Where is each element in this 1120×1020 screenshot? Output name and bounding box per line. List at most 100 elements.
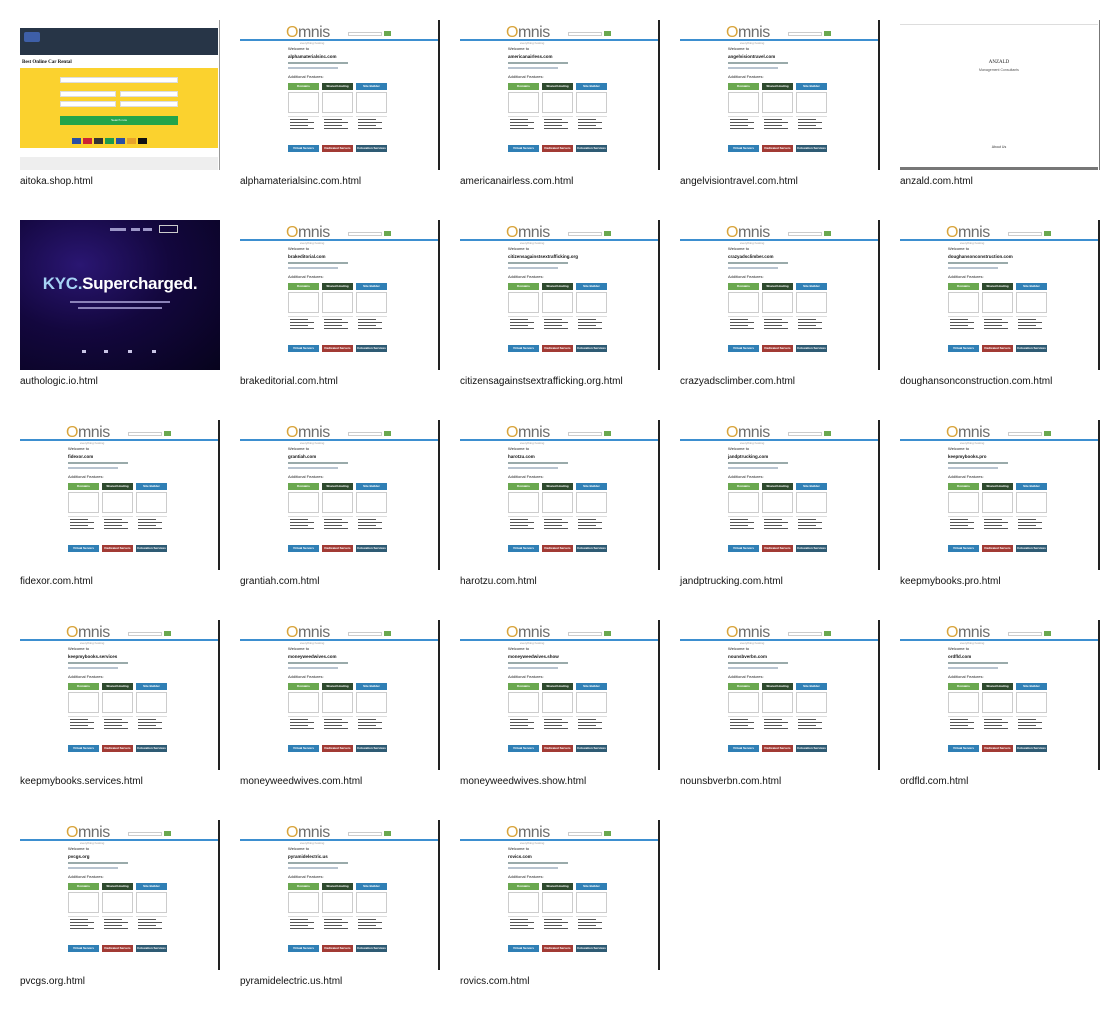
search-input[interactable] bbox=[788, 32, 822, 36]
thumbnail-filename[interactable]: doughansonconstruction.com.html bbox=[900, 376, 1052, 387]
feature-button-shared-hosting[interactable]: Shared Hosting bbox=[542, 883, 573, 890]
site-thumbnail[interactable]: Omnis everything hosting Welcome to doughan… bbox=[900, 220, 1100, 387]
search-button[interactable] bbox=[1044, 631, 1051, 636]
thumbnail-image[interactable]: Omnis everything hosting Welcome to crazyad… bbox=[680, 220, 880, 370]
feature-button-dedicated-servers[interactable]: Dedicated Servers bbox=[542, 745, 573, 752]
thumbnail-image[interactable]: Omnis everything hosting Welcome to moneywe… bbox=[460, 620, 660, 770]
search-button[interactable] bbox=[164, 431, 171, 436]
search-button[interactable] bbox=[384, 431, 391, 436]
info-link[interactable] bbox=[508, 267, 558, 269]
thumbnail-image[interactable]: Omnis everything hosting Welcome to citizen… bbox=[460, 220, 660, 370]
feature-button-dedicated-servers[interactable]: Dedicated Servers bbox=[982, 745, 1013, 752]
info-link[interactable] bbox=[508, 667, 558, 669]
site-logo[interactable] bbox=[24, 32, 40, 42]
nav-link[interactable] bbox=[110, 228, 126, 231]
search-button[interactable] bbox=[384, 231, 391, 236]
search-input[interactable] bbox=[568, 32, 602, 36]
feature-button-shared-hosting[interactable]: Shared Hosting bbox=[102, 683, 133, 690]
feature-button-domains[interactable]: Domains bbox=[288, 83, 319, 90]
thumbnail-image[interactable]: Omnis everything hosting Welcome to pyramid… bbox=[240, 820, 440, 970]
feature-button-domains[interactable]: Domains bbox=[288, 283, 319, 290]
feature-button-shared-hosting[interactable]: Shared Hosting bbox=[322, 883, 353, 890]
feature-button-colocation-services[interactable]: Colocation Services bbox=[1016, 345, 1047, 352]
search-button[interactable] bbox=[824, 631, 831, 636]
search-input[interactable] bbox=[348, 832, 382, 836]
thumbnail-image[interactable]: Omnis everything hosting Welcome to nounsbv… bbox=[680, 620, 880, 770]
pickup-date-input[interactable] bbox=[60, 91, 116, 97]
feature-button-shared-hosting[interactable]: Shared Hosting bbox=[322, 683, 353, 690]
thumbnail-image[interactable]: Omnis everything hosting Welcome to pvcgs.o… bbox=[20, 820, 220, 970]
feature-button-colocation-services[interactable]: Colocation Services bbox=[1016, 745, 1047, 752]
thumbnail-filename[interactable]: keepmybooks.services.html bbox=[20, 776, 143, 787]
feature-button-shared-hosting[interactable]: Shared Hosting bbox=[542, 83, 573, 90]
feature-button-site-builder[interactable]: Site Builder bbox=[576, 683, 607, 690]
thumbnail-filename[interactable]: alphamaterialsinc.com.html bbox=[240, 176, 361, 187]
feature-button-virtual-servers[interactable]: Virtual Servers bbox=[508, 745, 539, 752]
feature-button-shared-hosting[interactable]: Shared Hosting bbox=[102, 483, 133, 490]
search-input[interactable] bbox=[568, 832, 602, 836]
site-thumbnail[interactable]: Omnis everything hosting Welcome to angelvi… bbox=[680, 20, 880, 187]
site-thumbnail[interactable]: Omnis everything hosting Welcome to keepmyb… bbox=[900, 420, 1100, 587]
thumbnail-filename[interactable]: aitoka.shop.html bbox=[20, 176, 93, 187]
feature-button-dedicated-servers[interactable]: Dedicated Servers bbox=[322, 345, 353, 352]
feature-button-domains[interactable]: Domains bbox=[288, 883, 319, 890]
feature-button-domains[interactable]: Domains bbox=[288, 483, 319, 490]
feature-button-shared-hosting[interactable]: Shared Hosting bbox=[762, 483, 793, 490]
thumbnail-filename[interactable]: keepmybooks.pro.html bbox=[900, 576, 1001, 587]
thumbnail-filename[interactable]: jandptrucking.com.html bbox=[680, 576, 783, 587]
feature-button-shared-hosting[interactable]: Shared Hosting bbox=[322, 283, 353, 290]
feature-button-domains[interactable]: Domains bbox=[508, 683, 539, 690]
thumbnail-image[interactable]: Omnis everything hosting Welcome to fidexor… bbox=[20, 420, 220, 570]
feature-button-colocation-services[interactable]: Colocation Services bbox=[796, 345, 827, 352]
info-link[interactable] bbox=[288, 467, 338, 469]
site-thumbnail[interactable]: Best Online Car Rental Search now aitoka.s… bbox=[20, 20, 220, 187]
feature-button-colocation-services[interactable]: Colocation Services bbox=[136, 545, 167, 552]
feature-button-site-builder[interactable]: Site Builder bbox=[1016, 483, 1047, 490]
info-link[interactable] bbox=[948, 667, 998, 669]
feature-button-shared-hosting[interactable]: Shared Hosting bbox=[102, 883, 133, 890]
feature-button-domains[interactable]: Domains bbox=[728, 483, 759, 490]
feature-button-site-builder[interactable]: Site Builder bbox=[796, 683, 827, 690]
feature-button-domains[interactable]: Domains bbox=[68, 883, 99, 890]
feature-button-dedicated-servers[interactable]: Dedicated Servers bbox=[102, 545, 133, 552]
feature-button-domains[interactable]: Domains bbox=[508, 283, 539, 290]
thumbnail-filename[interactable]: pvcgs.org.html bbox=[20, 976, 85, 987]
feature-button-dedicated-servers[interactable]: Dedicated Servers bbox=[762, 545, 793, 552]
feature-button-domains[interactable]: Domains bbox=[508, 83, 539, 90]
info-link[interactable] bbox=[68, 467, 118, 469]
feature-button-site-builder[interactable]: Site Builder bbox=[136, 683, 167, 690]
search-button[interactable] bbox=[824, 231, 831, 236]
thumbnail-image[interactable]: Omnis everything hosting Welcome to alphama… bbox=[240, 20, 440, 170]
search-button[interactable] bbox=[384, 831, 391, 836]
thumbnail-filename[interactable]: nounsbverbn.com.html bbox=[680, 776, 781, 787]
feature-button-site-builder[interactable]: Site Builder bbox=[1016, 683, 1047, 690]
feature-button-dedicated-servers[interactable]: Dedicated Servers bbox=[982, 545, 1013, 552]
feature-button-dedicated-servers[interactable]: Dedicated Servers bbox=[322, 545, 353, 552]
thumbnail-filename[interactable]: authologic.io.html bbox=[20, 376, 98, 387]
feature-button-colocation-services[interactable]: Colocation Services bbox=[796, 545, 827, 552]
feature-button-colocation-services[interactable]: Colocation Services bbox=[356, 745, 387, 752]
feature-button-colocation-services[interactable]: Colocation Services bbox=[136, 945, 167, 952]
site-thumbnail[interactable]: Omnis everything hosting Welcome to grantia… bbox=[240, 420, 440, 587]
feature-button-dedicated-servers[interactable]: Dedicated Servers bbox=[542, 545, 573, 552]
info-link[interactable] bbox=[288, 867, 338, 869]
site-thumbnail[interactable]: Omnis everything hosting Welcome to citizen… bbox=[460, 220, 660, 387]
thumbnail-image[interactable]: Omnis everything hosting Welcome to keepmyb… bbox=[20, 620, 220, 770]
feature-button-colocation-services[interactable]: Colocation Services bbox=[576, 345, 607, 352]
feature-button-site-builder[interactable]: Site Builder bbox=[796, 283, 827, 290]
thumbnail-image[interactable]: Omnis everything hosting Welcome to ordfld.… bbox=[900, 620, 1100, 770]
thumbnail-image[interactable]: Omnis everything hosting Welcome to doughan… bbox=[900, 220, 1100, 370]
feature-button-colocation-services[interactable]: Colocation Services bbox=[576, 745, 607, 752]
feature-button-shared-hosting[interactable]: Shared Hosting bbox=[982, 483, 1013, 490]
search-input[interactable] bbox=[568, 632, 602, 636]
search-input[interactable] bbox=[348, 632, 382, 636]
search-button[interactable] bbox=[1044, 431, 1051, 436]
thumbnail-image[interactable]: Best Online Car Rental Search now bbox=[20, 20, 220, 170]
feature-button-site-builder[interactable]: Site Builder bbox=[576, 83, 607, 90]
thumbnail-image[interactable]: Omnis everything hosting Welcome to angelvi… bbox=[680, 20, 880, 170]
feature-button-virtual-servers[interactable]: Virtual Servers bbox=[508, 345, 539, 352]
feature-button-site-builder[interactable]: Site Builder bbox=[576, 283, 607, 290]
feature-button-domains[interactable]: Domains bbox=[508, 483, 539, 490]
info-link[interactable] bbox=[68, 667, 118, 669]
feature-button-site-builder[interactable]: Site Builder bbox=[356, 483, 387, 490]
